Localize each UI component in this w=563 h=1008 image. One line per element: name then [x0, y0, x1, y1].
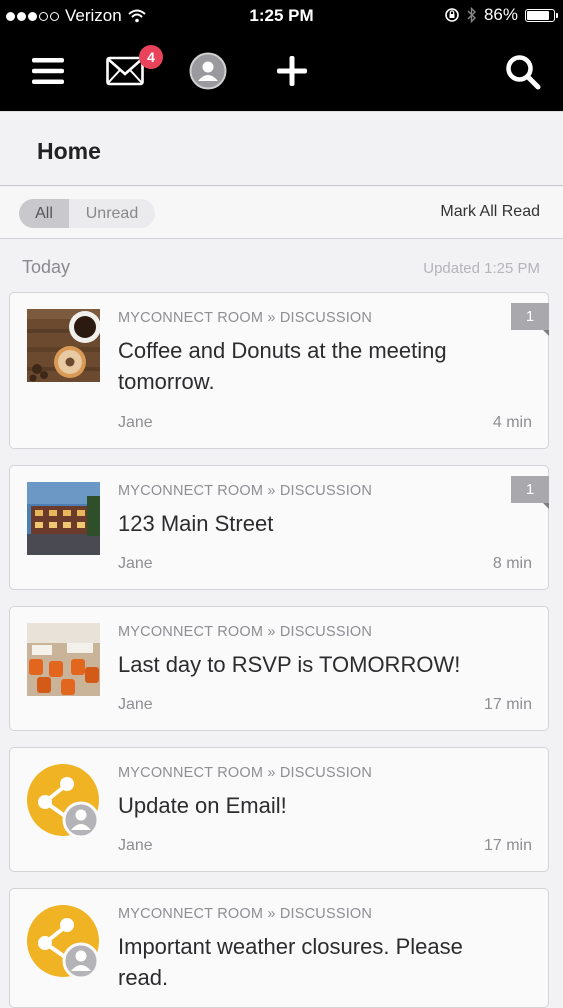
reply-count-badge: 1	[511, 303, 549, 336]
reply-count-badge: 1	[511, 476, 549, 509]
profile-button[interactable]	[189, 52, 227, 90]
updated-timestamp: Updated 1:25 PM	[423, 260, 540, 277]
unread-badge: 4	[139, 45, 163, 69]
item-breadcrumb: MYCONNECT ROOM » DISCUSSION	[118, 310, 373, 326]
battery-icon	[525, 8, 558, 22]
item-breadcrumb: MYCONNECT ROOM » DISCUSSION	[118, 624, 373, 640]
mail-icon	[106, 56, 144, 86]
item-author: Jane	[118, 555, 153, 572]
item-breadcrumb: MYCONNECT ROOM » DISCUSSION	[118, 765, 373, 781]
page-header: Home	[0, 111, 563, 186]
item-title: Important weather closures. Please read.	[118, 934, 463, 990]
rotation-lock-icon	[445, 8, 459, 22]
item-breadcrumb: MYCONNECT ROOM » DISCUSSION	[118, 906, 373, 922]
feed-item[interactable]: MYCONNECT ROOM » DISCUSSION 123 Main Str…	[9, 465, 549, 590]
menu-button[interactable]	[30, 54, 66, 88]
building-thumbnail	[27, 482, 100, 555]
share-icon	[27, 764, 100, 837]
feed-item[interactable]: MYCONNECT ROOM » DISCUSSION Last day to …	[9, 606, 549, 731]
coffee-donut-thumbnail	[27, 309, 100, 382]
item-author: Jane	[118, 414, 153, 431]
feed-item[interactable]: MYCONNECT ROOM » DISCUSSION Update on Em…	[9, 747, 549, 872]
new-post-button[interactable]	[275, 54, 309, 88]
top-nav-bar: 4	[0, 32, 563, 111]
item-age: 17 min	[483, 837, 532, 854]
item-breadcrumb: MYCONNECT ROOM » DISCUSSION	[118, 483, 373, 499]
item-author: Jane	[118, 696, 153, 713]
item-age: 17 min	[483, 696, 532, 713]
item-title: Last day to RSVP is TOMORROW!	[118, 652, 461, 677]
avatar-icon	[189, 52, 227, 90]
item-title: 123 Main Street	[118, 511, 274, 536]
plus-icon	[277, 56, 307, 86]
feed-item[interactable]: MYCONNECT ROOM » DISCUSSION Coffee and D…	[9, 292, 549, 449]
restaurant-thumbnail	[27, 623, 100, 696]
section-label: Today	[22, 257, 71, 277]
mark-all-read-button[interactable]: Mark All Read	[440, 203, 540, 221]
item-age: 8 min	[492, 555, 532, 572]
share-icon	[27, 905, 100, 978]
filter-bar: All Unread Mark All Read	[0, 187, 563, 239]
feed-item[interactable]: MYCONNECT ROOM » DISCUSSION Important we…	[9, 888, 549, 1008]
item-age: 4 min	[492, 414, 532, 431]
filter-segmented-control: All Unread	[19, 199, 155, 228]
page-title: Home	[37, 138, 101, 164]
item-title: Update on Email!	[118, 793, 287, 818]
battery-percent: 86%	[483, 5, 518, 24]
search-button[interactable]	[504, 53, 542, 91]
filter-all-tab[interactable]: All	[19, 199, 69, 228]
item-title: Coffee and Donuts at the meeting tomorro…	[118, 338, 447, 394]
menu-icon	[32, 58, 64, 84]
filter-unread-tab[interactable]: Unread	[69, 199, 155, 228]
search-icon	[506, 55, 541, 90]
bluetooth-icon	[467, 7, 476, 23]
status-bar: Verizon 1:25 PM 86%	[0, 0, 563, 32]
item-author: Jane	[118, 837, 153, 854]
